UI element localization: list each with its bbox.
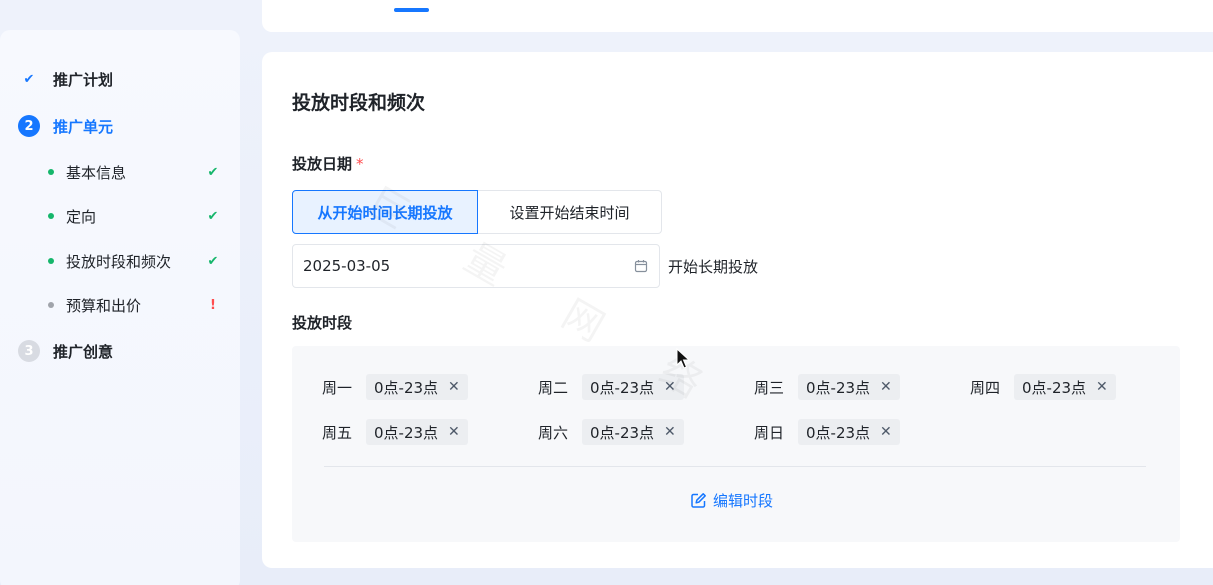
day-name: 周二 bbox=[538, 378, 569, 397]
time-range-text: 0点-23点 bbox=[806, 423, 871, 442]
day-name: 周六 bbox=[538, 423, 569, 442]
sub-step-label: 投放时段和频次 bbox=[66, 252, 172, 271]
schedule-panel: 周一 0点-23点 ✕ 周二 0点-23点 ✕ 周三 0点-23点 ✕ 周四 0点-2… bbox=[292, 346, 1180, 542]
close-icon[interactable]: ✕ bbox=[664, 379, 676, 395]
period-field-label: 投放时段 bbox=[292, 314, 353, 332]
schedule-day-thu: 周四 0点-23点 ✕ bbox=[970, 374, 1116, 400]
close-icon[interactable]: ✕ bbox=[880, 379, 892, 395]
time-range-tag: 0点-23点 ✕ bbox=[366, 419, 468, 445]
step-label: 推广单元 bbox=[53, 117, 114, 136]
schedule-day-sun: 周日 0点-23点 ✕ bbox=[754, 419, 900, 445]
status-dot bbox=[48, 213, 54, 219]
sub-step-label: 预算和出价 bbox=[66, 296, 142, 315]
step-promotion-unit[interactable]: 2 推广单元 bbox=[18, 114, 113, 138]
time-range-tag: 0点-23点 ✕ bbox=[366, 374, 468, 400]
step-number-badge: 3 bbox=[18, 340, 40, 362]
start-date-picker[interactable]: 2025-03-05 bbox=[292, 244, 660, 288]
check-icon: ✔ bbox=[207, 253, 219, 269]
close-icon[interactable]: ✕ bbox=[448, 379, 460, 395]
day-name: 周一 bbox=[322, 378, 353, 397]
day-name: 周三 bbox=[754, 378, 785, 397]
close-icon[interactable]: ✕ bbox=[664, 424, 676, 440]
date-label-text: 投放日期 bbox=[292, 155, 353, 173]
time-range-text: 0点-23点 bbox=[374, 423, 439, 442]
schedule-card: 投放时段和频次 投放日期 * 从开始时间长期投放 设置开始结束时间 2025-03… bbox=[262, 52, 1213, 568]
step-label: 推广创意 bbox=[53, 342, 114, 361]
day-name: 周日 bbox=[754, 423, 785, 442]
check-icon: ✔ bbox=[207, 164, 219, 180]
schedule-day-tue: 周二 0点-23点 ✕ bbox=[538, 374, 684, 400]
close-icon[interactable]: ✕ bbox=[1096, 379, 1108, 395]
check-icon: ✔ bbox=[23, 71, 35, 87]
time-range-text: 0点-23点 bbox=[374, 378, 439, 397]
sub-step-label: 基本信息 bbox=[66, 163, 127, 182]
date-suffix-text: 开始长期投放 bbox=[668, 258, 759, 276]
time-range-tag: 0点-23点 ✕ bbox=[798, 419, 900, 445]
sub-step-schedule[interactable]: 投放时段和频次 ✔ bbox=[48, 250, 220, 272]
edit-schedule-button[interactable]: 编辑时段 bbox=[690, 490, 773, 511]
check-icon: ✔ bbox=[207, 208, 219, 224]
top-tab-strip bbox=[262, 0, 1213, 32]
sub-step-budget-bid[interactable]: 预算和出价 ! bbox=[48, 294, 220, 316]
schedule-day-wed: 周三 0点-23点 ✕ bbox=[754, 374, 900, 400]
calendar-icon[interactable] bbox=[633, 258, 649, 274]
status-dot bbox=[48, 258, 54, 264]
time-range-text: 0点-23点 bbox=[806, 378, 871, 397]
schedule-day-fri: 周五 0点-23点 ✕ bbox=[322, 419, 468, 445]
edit-schedule-label: 编辑时段 bbox=[713, 492, 774, 510]
set-start-end-option[interactable]: 设置开始结束时间 bbox=[478, 190, 662, 234]
time-range-tag: 0点-23点 ✕ bbox=[798, 374, 900, 400]
time-range-tag: 0点-23点 ✕ bbox=[582, 374, 684, 400]
day-name: 周五 bbox=[322, 423, 353, 442]
time-range-text: 0点-23点 bbox=[590, 423, 655, 442]
sub-step-basic-info[interactable]: 基本信息 ✔ bbox=[48, 161, 220, 183]
divider bbox=[324, 466, 1146, 467]
edit-icon bbox=[691, 493, 706, 508]
required-mark: * bbox=[356, 155, 364, 173]
date-field-label: 投放日期 * bbox=[292, 153, 364, 174]
schedule-day-mon: 周一 0点-23点 ✕ bbox=[322, 374, 468, 400]
step-number-badge: 2 bbox=[18, 115, 40, 137]
status-dot bbox=[48, 169, 54, 175]
step-label: 推广计划 bbox=[53, 70, 114, 89]
time-range-text: 0点-23点 bbox=[1022, 378, 1087, 397]
date-mode-toggle: 从开始时间长期投放 设置开始结束时间 bbox=[292, 190, 662, 234]
page: ✔ 推广计划 2 推广单元 基本信息 ✔ 定向 ✔ 投放时段和频次 ✔ 预算和出… bbox=[0, 0, 1213, 585]
time-range-tag: 0点-23点 ✕ bbox=[1014, 374, 1116, 400]
warning-icon: ! bbox=[210, 297, 216, 313]
schedule-day-sat: 周六 0点-23点 ✕ bbox=[538, 419, 684, 445]
section-title: 投放时段和频次 bbox=[292, 92, 426, 114]
time-range-text: 0点-23点 bbox=[590, 378, 655, 397]
sub-step-targeting[interactable]: 定向 ✔ bbox=[48, 205, 220, 227]
step-promotion-plan[interactable]: ✔ 推广计划 bbox=[18, 67, 113, 91]
sub-step-label: 定向 bbox=[66, 207, 97, 226]
close-icon[interactable]: ✕ bbox=[880, 424, 892, 440]
active-tab-indicator bbox=[394, 8, 429, 12]
time-range-tag: 0点-23点 ✕ bbox=[582, 419, 684, 445]
close-icon[interactable]: ✕ bbox=[448, 424, 460, 440]
step-promotion-creative[interactable]: 3 推广创意 bbox=[18, 339, 113, 363]
mouse-cursor-icon bbox=[676, 348, 690, 369]
status-dot bbox=[48, 302, 54, 308]
long-term-option[interactable]: 从开始时间长期投放 bbox=[292, 190, 478, 234]
day-name: 周四 bbox=[970, 378, 1001, 397]
start-date-value: 2025-03-05 bbox=[303, 257, 391, 275]
